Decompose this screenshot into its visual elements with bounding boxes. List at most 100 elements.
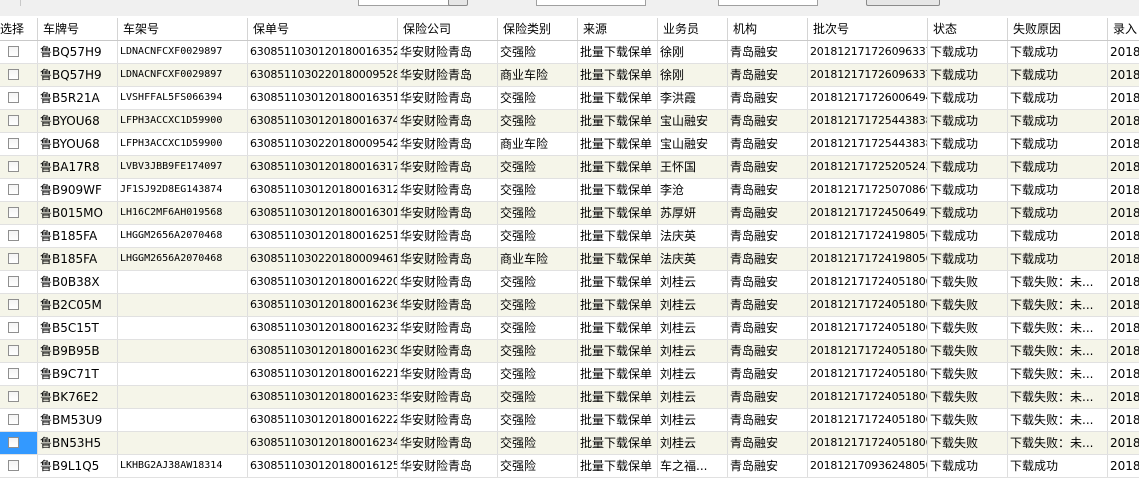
table-row[interactable]: 鲁BYOU68 LFPH3ACCXC1D59900 6308511030120180… xyxy=(0,110,1139,133)
cell-source: 批量下载保单 xyxy=(578,225,658,247)
select-cell[interactable] xyxy=(0,87,38,109)
table-row[interactable]: 鲁B9C71T 6308511030120180016221 华安财险青岛 交强险 批量… xyxy=(0,363,1139,386)
date-to-input[interactable] xyxy=(718,0,818,6)
col-batch[interactable]: 批次号 xyxy=(808,18,928,40)
query-button[interactable] xyxy=(866,0,940,6)
col-plate[interactable]: 车牌号 xyxy=(38,18,118,40)
table-row[interactable]: 鲁BK76E2 6308511030120180016233 华安财险青岛 交强险 批量… xyxy=(0,386,1139,409)
row-checkbox[interactable] xyxy=(8,161,19,172)
col-status[interactable]: 状态 xyxy=(928,18,1008,40)
cell-agent: 徐刚 xyxy=(658,64,728,86)
filter-input[interactable] xyxy=(358,0,452,6)
cell-status: 下载成功 xyxy=(928,110,1008,132)
row-checkbox[interactable] xyxy=(8,253,19,264)
row-checkbox[interactable] xyxy=(8,184,19,195)
cell-vin xyxy=(118,317,248,339)
cell-policy: 6308511030120180016352 xyxy=(248,41,398,63)
col-vin[interactable]: 车架号 xyxy=(118,18,248,40)
table-row[interactable]: 鲁B909WF JF1SJ92D8EG143874 6308511030120180… xyxy=(0,179,1139,202)
table-row[interactable]: 鲁B185FA LHGGM2656A2070468 6308511030220180… xyxy=(0,248,1139,271)
col-company[interactable]: 保险公司 xyxy=(398,18,498,40)
cell-vin: LFPH3ACCXC1D59900 xyxy=(118,133,248,155)
toolbar-separator xyxy=(20,0,21,6)
row-checkbox[interactable] xyxy=(8,322,19,333)
col-entry[interactable]: 录入 xyxy=(1108,18,1139,40)
col-source[interactable]: 来源 xyxy=(578,18,658,40)
cell-batch: 201812171725070869 xyxy=(808,179,928,201)
table-row[interactable]: 鲁B9L1Q5 LKHBG2AJ38AW18314 6308511030120180… xyxy=(0,455,1139,478)
cell-org: 青岛融安 xyxy=(728,432,808,454)
select-cell[interactable] xyxy=(0,432,38,454)
select-cell[interactable] xyxy=(0,41,38,63)
select-cell[interactable] xyxy=(0,294,38,316)
table-row[interactable]: 鲁BYOU68 LFPH3ACCXC1D59900 6308511030220180… xyxy=(0,133,1139,156)
table-row[interactable]: 鲁BM53U9 6308511030120180016222 华安财险青岛 交强险 批量… xyxy=(0,409,1139,432)
select-cell[interactable] xyxy=(0,409,38,431)
row-checkbox[interactable] xyxy=(8,391,19,402)
cell-company: 华安财险青岛 xyxy=(398,87,498,109)
row-checkbox[interactable] xyxy=(8,115,19,126)
col-policy[interactable]: 保单号 xyxy=(248,18,398,40)
col-org[interactable]: 机构 xyxy=(728,18,808,40)
cell-policy: 6308511030120180016301 xyxy=(248,202,398,224)
select-cell[interactable] xyxy=(0,386,38,408)
toolbar-strip xyxy=(0,0,1139,16)
row-checkbox[interactable] xyxy=(8,414,19,425)
table-row[interactable]: 鲁B0B38X 6308511030120180016220 华安财险青岛 交强险 批量… xyxy=(0,271,1139,294)
row-checkbox[interactable] xyxy=(8,299,19,310)
table-row[interactable]: 鲁B015MO LH16C2MF6AH019568 6308511030120180… xyxy=(0,202,1139,225)
row-checkbox[interactable] xyxy=(8,69,19,80)
select-cell[interactable] xyxy=(0,340,38,362)
select-cell[interactable] xyxy=(0,156,38,178)
table-row[interactable]: 鲁BA17R8 LVBV3JBB9FE174097 6308511030120180… xyxy=(0,156,1139,179)
cell-agent: 刘桂云 xyxy=(658,363,728,385)
row-checkbox[interactable] xyxy=(8,46,19,57)
select-cell[interactable] xyxy=(0,202,38,224)
select-cell[interactable] xyxy=(0,225,38,247)
row-checkbox[interactable] xyxy=(8,437,19,448)
dropdown-button[interactable] xyxy=(448,0,468,6)
table-row[interactable]: 鲁B9B95B 6308511030120180016230 华安财险青岛 交强险 批量… xyxy=(0,340,1139,363)
cell-status: 下载失败 xyxy=(928,409,1008,431)
row-checkbox[interactable] xyxy=(8,345,19,356)
row-checkbox[interactable] xyxy=(8,460,19,471)
col-type[interactable]: 保险类别 xyxy=(498,18,578,40)
row-checkbox[interactable] xyxy=(8,92,19,103)
date-from-input[interactable] xyxy=(536,0,646,6)
cell-org: 青岛融安 xyxy=(728,294,808,316)
cell-status: 下载成功 xyxy=(928,64,1008,86)
row-checkbox[interactable] xyxy=(8,207,19,218)
table-row[interactable]: 鲁B5R21A LVSHFFAL5FS066394 6308511030120180… xyxy=(0,87,1139,110)
table-row[interactable]: 鲁B5C15T 6308511030120180016232 华安财险青岛 交强险 批量… xyxy=(0,317,1139,340)
select-cell[interactable] xyxy=(0,179,38,201)
col-agent[interactable]: 业务员 xyxy=(658,18,728,40)
table-row[interactable]: 鲁B2C05M 6308511030120180016236 华安财险青岛 交强险 批量… xyxy=(0,294,1139,317)
select-cell[interactable] xyxy=(0,271,38,293)
cell-agent: 刘桂云 xyxy=(658,340,728,362)
row-checkbox[interactable] xyxy=(8,138,19,149)
select-cell[interactable] xyxy=(0,64,38,86)
col-reason[interactable]: 失败原因 xyxy=(1008,18,1108,40)
row-checkbox[interactable] xyxy=(8,276,19,287)
table-row[interactable]: 鲁BQ57H9 LDNACNFCXF0029897 6308511030120180… xyxy=(0,41,1139,64)
select-cell[interactable] xyxy=(0,455,38,477)
cell-entry: 2018- xyxy=(1110,137,1139,151)
col-select[interactable]: 选择 xyxy=(0,18,38,40)
row-checkbox[interactable] xyxy=(8,368,19,379)
cell-agent: 刘桂云 xyxy=(658,432,728,454)
select-cell[interactable] xyxy=(0,317,38,339)
cell-org: 青岛融安 xyxy=(728,225,808,247)
row-checkbox[interactable] xyxy=(8,230,19,241)
cell-plate: 鲁BK76E2 xyxy=(38,386,118,408)
table-row[interactable]: 鲁BN53H5 6308511030120180016234 华安财险青岛 交强险 批量… xyxy=(0,432,1139,455)
select-cell[interactable] xyxy=(0,110,38,132)
table-row[interactable]: 鲁B185FA LHGGM2656A2070468 6308511030120180… xyxy=(0,225,1139,248)
select-cell[interactable] xyxy=(0,133,38,155)
cell-org: 青岛融安 xyxy=(728,133,808,155)
cell-vin: LHGGM2656A2070468 xyxy=(118,225,248,247)
select-cell[interactable] xyxy=(0,363,38,385)
table-row[interactable]: 鲁BQ57H9 LDNACNFCXF0029897 6308511030220180… xyxy=(0,64,1139,87)
cell-company: 华安财险青岛 xyxy=(398,271,498,293)
cell-batch: 201812171724051806 xyxy=(808,363,928,385)
select-cell[interactable] xyxy=(0,248,38,270)
